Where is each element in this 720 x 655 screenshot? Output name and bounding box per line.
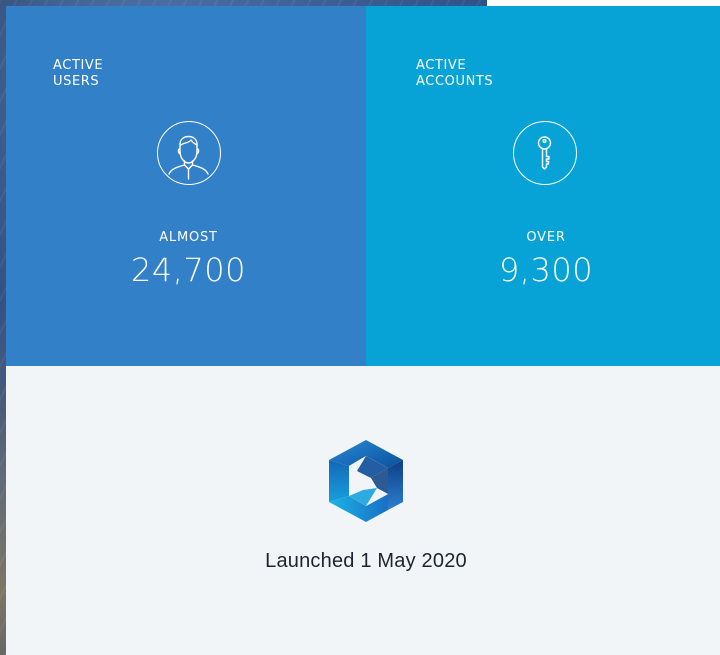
active-users-qualifier: ALMOST bbox=[159, 230, 218, 245]
active-accounts-label-line2: ACCOUNTS bbox=[416, 74, 494, 89]
active-accounts-label: ACTIVE ACCOUNTS bbox=[416, 58, 536, 90]
active-accounts-value: 9,300 bbox=[498, 251, 594, 289]
key-icon bbox=[513, 121, 577, 185]
active-users-card: ACTIVE USERS ALMOST 24,700 bbox=[6, 6, 366, 366]
user-icon bbox=[157, 121, 221, 185]
active-accounts-card: ACTIVE ACCOUNTS OVER 9,300 bbox=[366, 6, 720, 366]
stats-row: ACTIVE USERS ALMOST 24,700 ACTIVE ACCOUN… bbox=[6, 6, 720, 366]
launch-date-text: Launched 1 May 2020 bbox=[265, 550, 467, 572]
stats-panel: ACTIVE USERS ALMOST 24,700 ACTIVE ACCOUN… bbox=[6, 6, 720, 655]
active-users-label-line2: USERS bbox=[53, 74, 100, 89]
active-accounts-qualifier: OVER bbox=[526, 230, 566, 245]
active-users-label-line1: ACTIVE bbox=[53, 58, 104, 73]
active-users-label: ACTIVE USERS bbox=[53, 58, 173, 90]
launch-section: Launched 1 May 2020 bbox=[6, 366, 720, 655]
active-accounts-label-line1: ACTIVE bbox=[416, 58, 467, 73]
active-users-value: 24,700 bbox=[131, 251, 246, 289]
hexagon-logo-icon bbox=[329, 440, 403, 522]
